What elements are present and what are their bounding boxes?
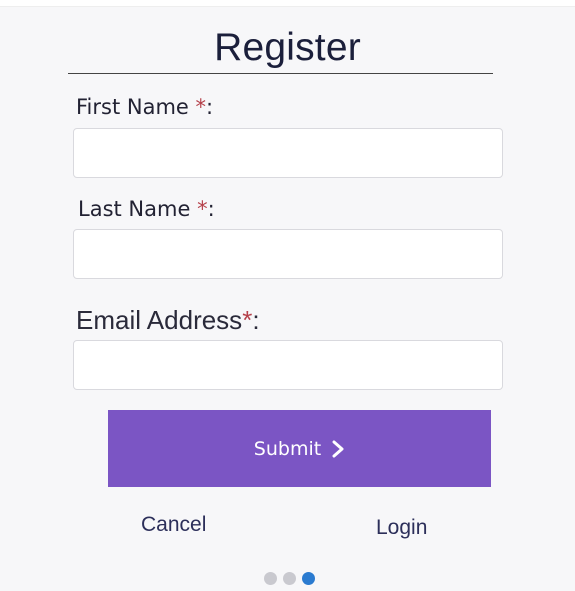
chevron-right-icon: [331, 440, 345, 458]
label-colon: :: [206, 95, 214, 119]
page-dot[interactable]: [264, 572, 277, 585]
first-name-label: First Name *:: [76, 95, 213, 119]
pagination-dots: [264, 572, 315, 585]
label-colon: :: [252, 305, 260, 335]
page-dot-active[interactable]: [302, 572, 315, 585]
register-panel: [0, 6, 575, 591]
first-name-field[interactable]: [73, 128, 503, 178]
page-dot[interactable]: [283, 572, 296, 585]
email-field[interactable]: [73, 340, 503, 390]
required-mark: *: [195, 95, 207, 119]
submit-button[interactable]: Submit: [108, 410, 491, 487]
submit-label: Submit: [253, 437, 322, 460]
title-divider: [68, 73, 493, 74]
required-mark: *: [242, 305, 253, 335]
last-name-field[interactable]: [73, 229, 503, 279]
required-mark: *: [197, 197, 208, 221]
last-name-label-text: Last Name: [78, 197, 198, 221]
email-label: Email Address*:: [76, 305, 260, 336]
page-title: Register: [214, 26, 361, 69]
label-colon: :: [207, 197, 215, 221]
login-link[interactable]: Login: [376, 516, 427, 540]
last-name-label: Last Name *:: [78, 197, 215, 221]
first-name-label-text: First Name: [76, 95, 196, 119]
cancel-link[interactable]: Cancel: [141, 513, 206, 537]
email-label-text: Email Address: [76, 305, 243, 335]
